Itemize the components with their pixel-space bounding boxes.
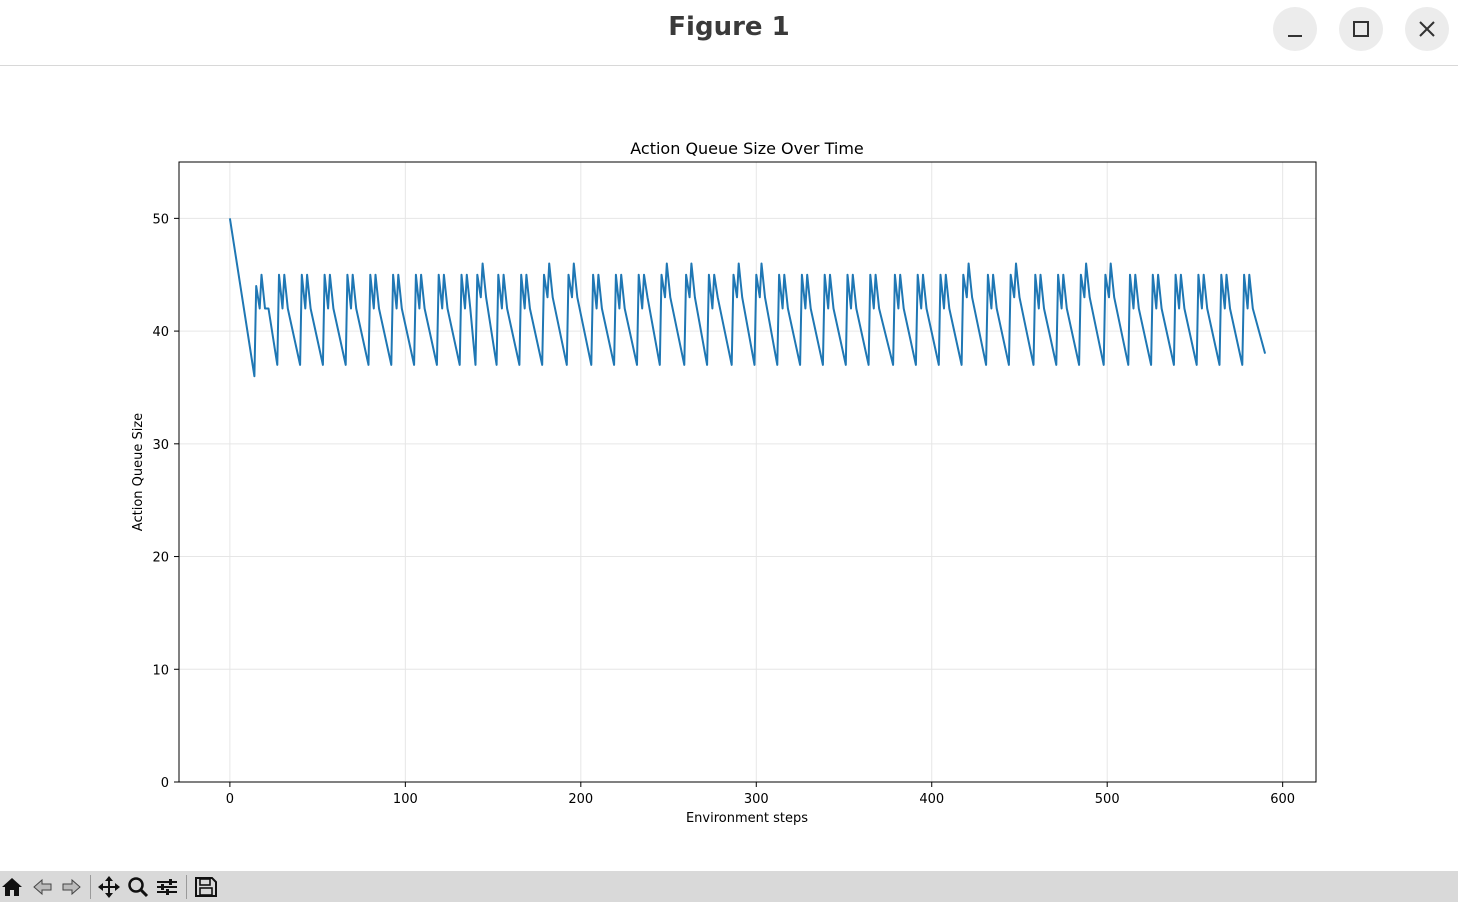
- y-tick-label: 40: [152, 325, 169, 340]
- minimize-icon: [1288, 35, 1302, 37]
- y-tick-label: 0: [161, 776, 169, 791]
- figure-canvas: Action Queue Size Over Time 0 100 200 300 40…: [0, 66, 1458, 871]
- x-tick-label: 200: [568, 792, 593, 807]
- x-tick-label: 100: [393, 792, 418, 807]
- pan-button[interactable]: [96, 875, 122, 899]
- configure-subplots-icon: [157, 879, 177, 895]
- save-icon: [195, 877, 217, 897]
- back-button[interactable]: [30, 875, 56, 899]
- x-axis-ticks: 0 100 200 300 400 500 600: [226, 782, 1295, 807]
- y-axis-ticks: 0 10 20 30 40 50: [152, 212, 179, 791]
- window-title: Figure 1: [668, 12, 790, 42]
- y-tick-label: 50: [152, 212, 169, 227]
- x-tick-label: 0: [226, 792, 234, 807]
- x-axis-label: Environment steps: [686, 811, 808, 826]
- minimize-button[interactable]: [1273, 7, 1317, 51]
- maximize-icon: [1353, 21, 1369, 37]
- x-tick-label: 500: [1095, 792, 1120, 807]
- forward-arrow-icon: [62, 878, 81, 896]
- plot-frame: [178, 161, 1317, 783]
- zoom-icon: [128, 877, 149, 898]
- y-axis-label: Action Queue Size: [131, 413, 146, 531]
- zoom-button[interactable]: [125, 875, 151, 899]
- window-titlebar: Figure 1: [0, 0, 1458, 66]
- toolbar-separator: [90, 875, 91, 899]
- x-tick-label: 300: [744, 792, 769, 807]
- close-button[interactable]: [1405, 7, 1449, 51]
- line-chart: Action Queue Size Over Time 0 100 200 300 40…: [131, 139, 1317, 826]
- y-tick-label: 30: [152, 438, 169, 453]
- y-tick-label: 20: [152, 551, 169, 566]
- forward-button[interactable]: [58, 875, 84, 899]
- series-group: [228, 218, 1267, 378]
- y-tick-label: 10: [152, 663, 169, 678]
- save-button[interactable]: [193, 875, 219, 899]
- x-tick-label: 600: [1270, 792, 1295, 807]
- toolbar-separator: [186, 875, 187, 899]
- navigation-toolbar: [0, 871, 1458, 902]
- maximize-button[interactable]: [1339, 7, 1383, 51]
- configure-subplots-button[interactable]: [154, 875, 180, 899]
- chart-title: Action Queue Size Over Time: [630, 139, 864, 158]
- back-arrow-icon: [33, 878, 52, 896]
- grid-lines: [179, 162, 1316, 783]
- close-icon: [1419, 21, 1435, 37]
- pan-icon: [98, 876, 120, 898]
- home-button[interactable]: [0, 875, 26, 899]
- home-icon: [2, 878, 22, 896]
- series-line: [228, 218, 1267, 378]
- x-tick-label: 400: [919, 792, 944, 807]
